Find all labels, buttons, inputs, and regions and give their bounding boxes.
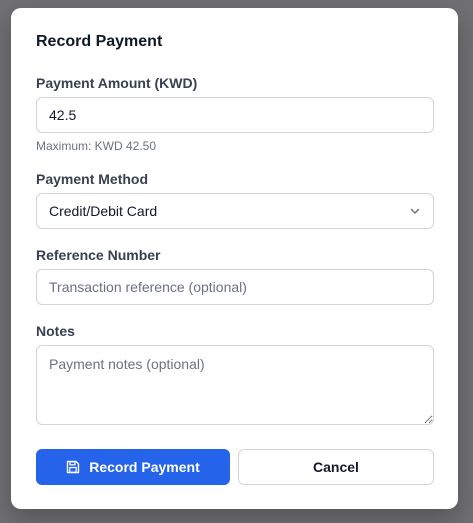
notes-textarea[interactable] bbox=[36, 345, 434, 425]
chevron-down-icon bbox=[409, 205, 421, 217]
reference-number-label: Reference Number bbox=[36, 247, 161, 263]
save-icon bbox=[66, 460, 80, 474]
payment-amount-hint: Maximum: KWD 42.50 bbox=[36, 139, 157, 153]
payment-amount-input[interactable] bbox=[36, 97, 434, 133]
record-payment-button[interactable]: Record Payment bbox=[36, 449, 230, 485]
notes-label: Notes bbox=[36, 323, 75, 339]
reference-number-input[interactable] bbox=[36, 269, 434, 305]
record-payment-button-label: Record Payment bbox=[89, 459, 200, 475]
dialog-title: Record Payment bbox=[36, 33, 163, 50]
record-payment-dialog: Record Payment Payment Amount (KWD) Maxi… bbox=[11, 8, 458, 509]
payment-method-label: Payment Method bbox=[36, 171, 149, 187]
cancel-button[interactable]: Cancel bbox=[238, 449, 434, 485]
payment-amount-label: Payment Amount (KWD) bbox=[36, 75, 198, 91]
cancel-button-label: Cancel bbox=[313, 459, 359, 475]
payment-method-value: Credit/Debit Card bbox=[49, 203, 158, 219]
payment-method-select[interactable]: Credit/Debit Card bbox=[36, 193, 434, 229]
